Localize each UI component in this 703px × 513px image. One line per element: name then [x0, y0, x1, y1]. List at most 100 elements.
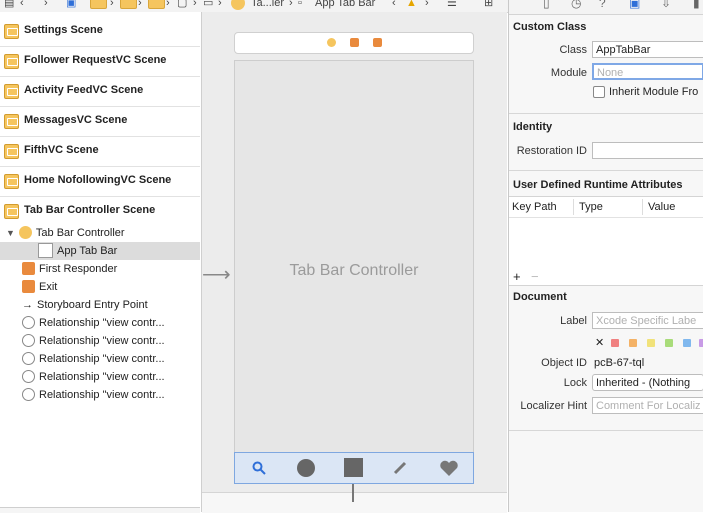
- chevron-right-icon: ›: [218, 0, 222, 9]
- module-label: Module: [550, 67, 587, 79]
- project-icon[interactable]: ▣: [66, 0, 76, 9]
- column-header[interactable]: Value: [648, 201, 675, 213]
- breadcrumb-tab-controller[interactable]: Ta...ler: [251, 0, 284, 9]
- label-field[interactable]: Xcode Specific Labe: [592, 312, 703, 329]
- outline-item-relationship[interactable]: Relationship "view contr...: [22, 314, 165, 332]
- scene-icon: [4, 174, 19, 189]
- runtime-attributes-table[interactable]: Key Path Type Value + −: [509, 196, 703, 286]
- controller-dock-icon[interactable]: [327, 38, 336, 47]
- arrow-right-icon: →: [22, 299, 33, 311]
- table-header: Key Path Type Value: [509, 197, 703, 218]
- blue-label-swatch[interactable]: [683, 339, 691, 347]
- first-responder-icon: [22, 261, 35, 275]
- outline-item-label: Relationship "view contr...: [39, 371, 165, 383]
- object-id-label: Object ID: [541, 357, 587, 369]
- section-title: Custom Class: [513, 21, 587, 33]
- outline-item-entry-point[interactable]: → Storyboard Entry Point: [22, 296, 148, 314]
- prev-issue-icon[interactable]: ‹: [392, 0, 396, 9]
- heart-tab-icon[interactable]: [439, 459, 459, 477]
- localizer-hint-field[interactable]: Comment For Localiz: [592, 397, 703, 414]
- green-label-swatch[interactable]: [665, 339, 673, 347]
- scene-row[interactable]: Follower RequestVC Scene: [0, 47, 200, 77]
- column-divider: [573, 199, 574, 215]
- object-id-value: pcB-67-tql: [594, 357, 645, 369]
- first-responder-dock-icon[interactable]: [350, 38, 359, 47]
- scene-label: Follower RequestVC Scene: [24, 54, 167, 66]
- history-inspector-icon[interactable]: ◷: [571, 0, 581, 10]
- scene-row[interactable]: MessagesVC Scene: [0, 107, 200, 137]
- exit-dock-icon[interactable]: [373, 38, 382, 47]
- orange-label-swatch[interactable]: [629, 339, 637, 347]
- forward-icon[interactable]: ›: [44, 0, 48, 9]
- folder-icon[interactable]: [90, 0, 107, 9]
- identity-inspector-icon[interactable]: ▣: [629, 0, 640, 10]
- scene-row[interactable]: Home NofollowingVC Scene: [0, 167, 200, 197]
- menu-lines-icon[interactable]: ☰: [447, 0, 457, 9]
- scene-row[interactable]: FifthVC Scene: [0, 137, 200, 167]
- folder-icon[interactable]: [148, 0, 165, 9]
- warning-icon[interactable]: ▲: [406, 0, 417, 9]
- tab-bar-controller-view[interactable]: [234, 60, 474, 454]
- chevron-right-icon: ›: [138, 0, 142, 9]
- outline-item-label: Storyboard Entry Point: [37, 299, 148, 311]
- breadcrumb-app-tab-bar[interactable]: App Tab Bar: [315, 0, 375, 9]
- search-tab-icon[interactable]: [252, 461, 266, 475]
- controller-icon[interactable]: [231, 0, 245, 10]
- scene-icon[interactable]: ▭: [203, 0, 213, 9]
- outline-item-relationship[interactable]: Relationship "view contr...: [22, 368, 165, 386]
- outline-item-exit[interactable]: Exit: [22, 278, 57, 296]
- outline-filter-bar: [0, 507, 200, 513]
- outline-item-tab-bar-controller[interactable]: ▼ Tab Bar Controller: [6, 224, 125, 242]
- purple-label-swatch[interactable]: [699, 339, 703, 347]
- clear-label-icon[interactable]: ✕: [595, 336, 604, 349]
- segue-icon: [22, 351, 35, 365]
- add-editor-icon[interactable]: ⊞: [484, 0, 493, 9]
- outline-item-relationship[interactable]: Relationship "view contr...: [22, 386, 165, 404]
- file-inspector-icon[interactable]: ▯: [543, 0, 550, 10]
- square-tab-icon[interactable]: [344, 458, 363, 477]
- size-inspector-icon[interactable]: ▮: [693, 0, 700, 10]
- add-attribute-icon[interactable]: +: [513, 270, 521, 283]
- scene-row[interactable]: Settings Scene: [0, 17, 200, 47]
- module-field[interactable]: None: [592, 63, 703, 80]
- help-inspector-icon[interactable]: ?: [599, 0, 606, 10]
- sidebar-toggle-icon[interactable]: ▤: [4, 0, 14, 9]
- outline-item-app-tab-bar[interactable]: App Tab Bar: [0, 242, 200, 260]
- attributes-inspector-icon[interactable]: ⇩: [661, 0, 671, 10]
- circle-tab-icon[interactable]: [297, 459, 315, 477]
- scene-icon: [4, 114, 19, 129]
- column-divider: [642, 199, 643, 215]
- outline-item-relationship[interactable]: Relationship "view contr...: [22, 350, 165, 368]
- outline-item-relationship[interactable]: Relationship "view contr...: [22, 332, 165, 350]
- remove-attribute-icon[interactable]: −: [531, 270, 539, 283]
- pencil-tab-icon[interactable]: [393, 461, 407, 475]
- controller-icon: [18, 225, 32, 239]
- storyboard-icon[interactable]: ▢: [177, 0, 187, 9]
- inspector-panel: ▯ ◷ ? ▣ ⇩ ▮ Custom Class Class AppTabBar…: [508, 0, 703, 512]
- scene-row[interactable]: Tab Bar Controller Scene: [0, 197, 200, 226]
- class-field[interactable]: AppTabBar: [592, 41, 703, 58]
- folder-icon[interactable]: [120, 0, 137, 9]
- outline-item-label: Relationship "view contr...: [39, 317, 165, 329]
- inherit-module-checkbox[interactable]: [593, 86, 605, 98]
- red-label-swatch[interactable]: [611, 339, 619, 347]
- back-icon[interactable]: ‹: [20, 0, 24, 9]
- next-issue-icon[interactable]: ›: [425, 0, 429, 9]
- column-header[interactable]: Type: [579, 201, 603, 213]
- class-label: Class: [559, 44, 587, 56]
- tab-bar[interactable]: [234, 452, 474, 484]
- scene-row[interactable]: Activity FeedVC Scene: [0, 77, 200, 107]
- yellow-label-swatch[interactable]: [647, 339, 655, 347]
- entry-arrow-icon[interactable]: ⟶: [202, 262, 231, 287]
- disclosure-triangle-icon[interactable]: ▼: [6, 228, 15, 238]
- scene-dock[interactable]: [234, 32, 474, 54]
- restoration-id-field[interactable]: [592, 142, 703, 159]
- outline-item-first-responder[interactable]: First Responder: [22, 260, 117, 278]
- lock-popup[interactable]: Inherited - (Nothing: [592, 374, 703, 391]
- section-title: User Defined Runtime Attributes: [513, 179, 683, 191]
- chevron-right-icon: ›: [289, 0, 293, 9]
- lock-label: Lock: [563, 377, 587, 389]
- column-header[interactable]: Key Path: [512, 201, 557, 213]
- chevron-right-icon: ›: [193, 0, 197, 9]
- chevron-right-icon: ›: [110, 0, 114, 9]
